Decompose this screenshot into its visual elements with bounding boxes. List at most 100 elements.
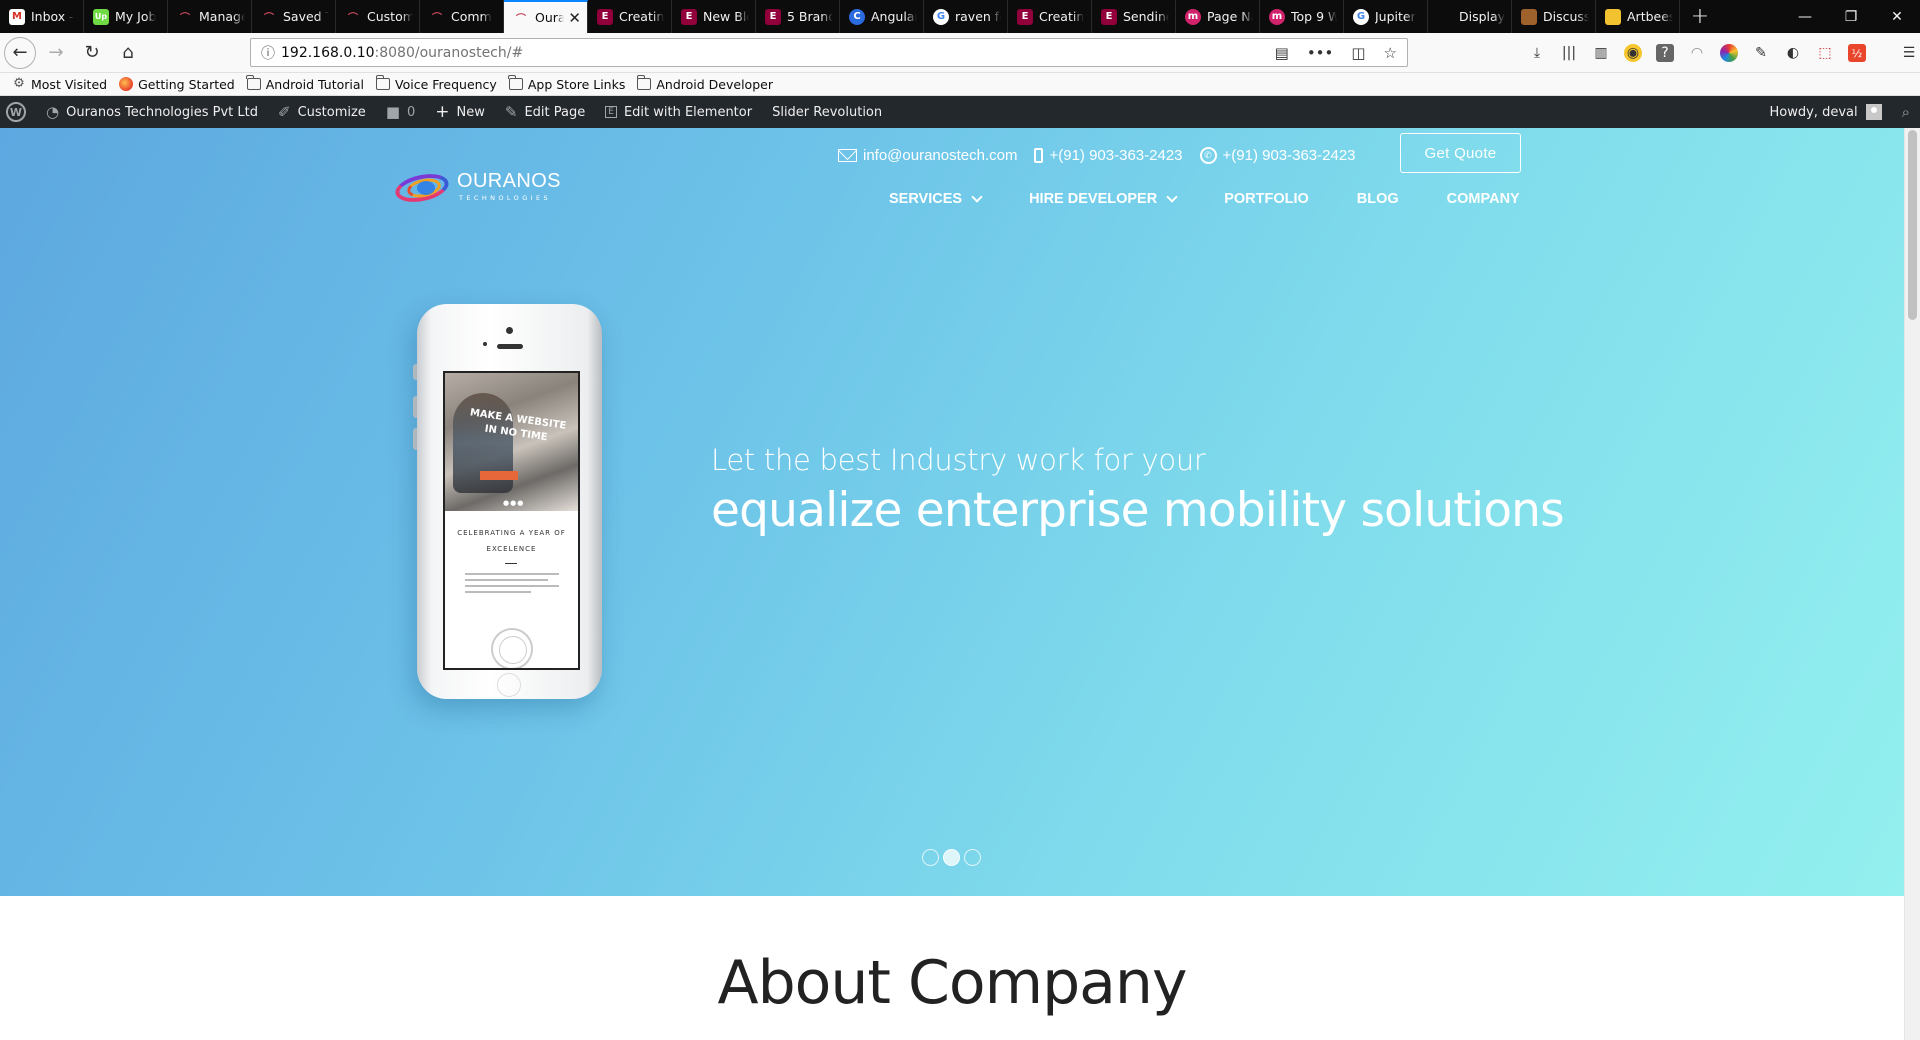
- slider-dot[interactable]: [922, 849, 939, 866]
- browser-tab[interactable]: Discuss: [1512, 0, 1596, 33]
- restore-button[interactable]: ❐: [1828, 0, 1874, 33]
- browser-tab[interactable]: E Creatin: [588, 0, 672, 33]
- pdf-extension-icon[interactable]: ⬚: [1816, 44, 1834, 62]
- back-button[interactable]: ←: [4, 36, 36, 69]
- browser-tab[interactable]: E 5 Brand: [756, 0, 840, 33]
- browser-tab-label: My Job: [115, 9, 157, 24]
- browser-tab[interactable]: E Sending: [1092, 0, 1176, 33]
- slider-dot[interactable]: [943, 849, 960, 866]
- page-scrollbar[interactable]: [1904, 128, 1920, 1040]
- reload-button[interactable]: ↻: [76, 37, 108, 69]
- nav-portfolio[interactable]: PORTFOLIO: [1224, 191, 1309, 207]
- help-extension-icon[interactable]: ?: [1656, 44, 1674, 62]
- url-bar[interactable]: ⓘ 192.168.0.10:8080/ouranostech/# ▤ ••• …: [250, 38, 1408, 67]
- wp-slider-revolution[interactable]: Slider Revolution: [762, 96, 892, 128]
- wp-search[interactable]: ⌕: [1892, 96, 1920, 128]
- browser-tab[interactable]: Graven fe: [924, 0, 1008, 33]
- bookmark-item[interactable]: Android Developer: [636, 75, 773, 92]
- email-link[interactable]: info@ouranostech.com: [838, 147, 1017, 164]
- browser-tab[interactable]: Up My Job: [84, 0, 168, 33]
- gmail-icon: M: [9, 8, 25, 25]
- browser-tab[interactable]: G Jupiter: [1344, 0, 1428, 33]
- browser-tab[interactable]: Display: [1428, 0, 1512, 33]
- phone-link[interactable]: +(91) 903-363-2423: [1034, 147, 1183, 164]
- whatsapp-link[interactable]: ✆ +(91) 903-363-2423: [1199, 146, 1356, 164]
- bookmark-item[interactable]: App Store Links: [508, 75, 626, 92]
- menu-icon[interactable]: ☰: [1900, 44, 1918, 62]
- wp-customize[interactable]: ✐ Customize: [268, 96, 376, 128]
- site-icon: ⌒: [180, 13, 190, 24]
- wp-greeting: Howdy, deval: [1769, 104, 1858, 120]
- extension-icon[interactable]: ◐: [1784, 44, 1802, 62]
- browser-tab[interactable]: C Angular: [840, 0, 924, 33]
- wp-site-name[interactable]: ◔ Ouranos Technologies Pvt Ltd: [36, 96, 268, 128]
- close-window-button[interactable]: ✕: [1874, 0, 1920, 33]
- home-button[interactable]: ⌂: [112, 37, 144, 69]
- page-actions-icon[interactable]: •••: [1307, 44, 1334, 62]
- browser-tab[interactable]: ⌒ Saved T: [252, 0, 336, 33]
- site-logo[interactable]: OURANOS TECHNOLOGIES: [392, 165, 563, 209]
- bookmark-label: App Store Links: [527, 76, 626, 92]
- minimize-button[interactable]: —: [1782, 0, 1828, 33]
- sidebar-icon[interactable]: ▥: [1592, 44, 1610, 62]
- reader-view-icon[interactable]: ▤: [1275, 44, 1289, 62]
- wp-edit-elementor[interactable]: E Edit with Elementor: [595, 96, 762, 128]
- wp-new-content[interactable]: + New: [425, 96, 495, 128]
- logo-subtitle: TECHNOLOGIES: [459, 194, 551, 202]
- url-host: 192.168.0.10: [281, 44, 375, 61]
- get-quote-button[interactable]: Get Quote: [1400, 133, 1521, 173]
- nav-hire-developer-label: HIRE DEVELOPER: [1029, 191, 1158, 207]
- browser-tab-label: Jupiter: [1375, 9, 1416, 24]
- new-tab-button[interactable]: +: [1680, 0, 1720, 33]
- browser-tab-label: Page Na: [1207, 9, 1253, 24]
- browser-tab-label: Sending: [1123, 9, 1169, 24]
- bookmark-item[interactable]: ⚙ Most Visited: [12, 77, 107, 92]
- browser-tab[interactable]: ⌒ Comm: [420, 0, 504, 33]
- browser-tab-label: Comm: [451, 9, 492, 24]
- browser-tab[interactable]: m Page Na: [1176, 0, 1260, 33]
- wordpress-logo-icon: W: [6, 102, 26, 122]
- library-icon[interactable]: |||: [1560, 44, 1578, 62]
- pocket-icon[interactable]: ◫: [1351, 44, 1365, 62]
- site-info-icon[interactable]: ⓘ: [255, 43, 281, 63]
- nav-company[interactable]: COMPANY: [1447, 191, 1520, 207]
- color-picker-extension-icon[interactable]: [1720, 44, 1738, 62]
- pdf-converter-extension-icon[interactable]: ½: [1848, 44, 1866, 62]
- search-extension-icon[interactable]: ◉: [1624, 44, 1642, 62]
- close-tab-icon[interactable]: ✕: [564, 9, 581, 27]
- browser-tab[interactable]: M Inbox -: [0, 0, 84, 33]
- browser-tab-label: Artbees: [1627, 9, 1673, 24]
- browser-tab[interactable]: ⌒ Custom: [336, 0, 420, 33]
- site-icon: ⌒: [348, 13, 358, 24]
- nav-blog[interactable]: BLOG: [1357, 191, 1399, 207]
- logo-name: OURANOS: [457, 170, 561, 192]
- wp-logo-menu[interactable]: W: [0, 96, 36, 128]
- chevron-down-icon: [1166, 190, 1178, 203]
- nav-services[interactable]: SERVICES: [889, 190, 983, 207]
- scrollbar-thumb[interactable]: [1908, 130, 1917, 320]
- slider-dot[interactable]: [964, 849, 981, 866]
- wp-edit-page[interactable]: ✎ Edit Page: [495, 96, 595, 128]
- browser-tab-label: raven fe: [955, 9, 1001, 24]
- folder-icon: [508, 75, 523, 90]
- eyedropper-extension-icon[interactable]: ✎: [1752, 44, 1770, 62]
- browser-tab[interactable]: E New Blo: [672, 0, 756, 33]
- wp-my-account[interactable]: Howdy, deval: [1760, 96, 1892, 128]
- forward-button[interactable]: →: [40, 37, 72, 69]
- browser-tab-label: Discuss: [1543, 9, 1589, 24]
- ghost-extension-icon[interactable]: ◠: [1688, 44, 1706, 62]
- browser-tab[interactable]: ⌒ Manage: [168, 0, 252, 33]
- wp-slider-revolution-label: Slider Revolution: [772, 104, 883, 120]
- bookmark-item[interactable]: Getting Started: [119, 77, 235, 92]
- about-heading: About Company: [717, 948, 1188, 1018]
- browser-tab[interactable]: E Creatin: [1008, 0, 1092, 33]
- downloads-icon[interactable]: ⤓: [1528, 44, 1546, 62]
- wp-comments[interactable]: ■ 0: [376, 96, 425, 128]
- bookmark-item[interactable]: Android Tutorial: [246, 75, 364, 92]
- browser-tab[interactable]: Artbees: [1596, 0, 1680, 33]
- browser-tab[interactable]: ⌒ Oura ✕: [504, 0, 588, 33]
- bookmark-star-icon[interactable]: ☆: [1384, 44, 1397, 62]
- bookmark-item[interactable]: Voice Frequency: [375, 75, 497, 92]
- nav-hire-developer[interactable]: HIRE DEVELOPER: [1029, 190, 1178, 207]
- browser-tab[interactable]: m Top 9 W: [1260, 0, 1344, 33]
